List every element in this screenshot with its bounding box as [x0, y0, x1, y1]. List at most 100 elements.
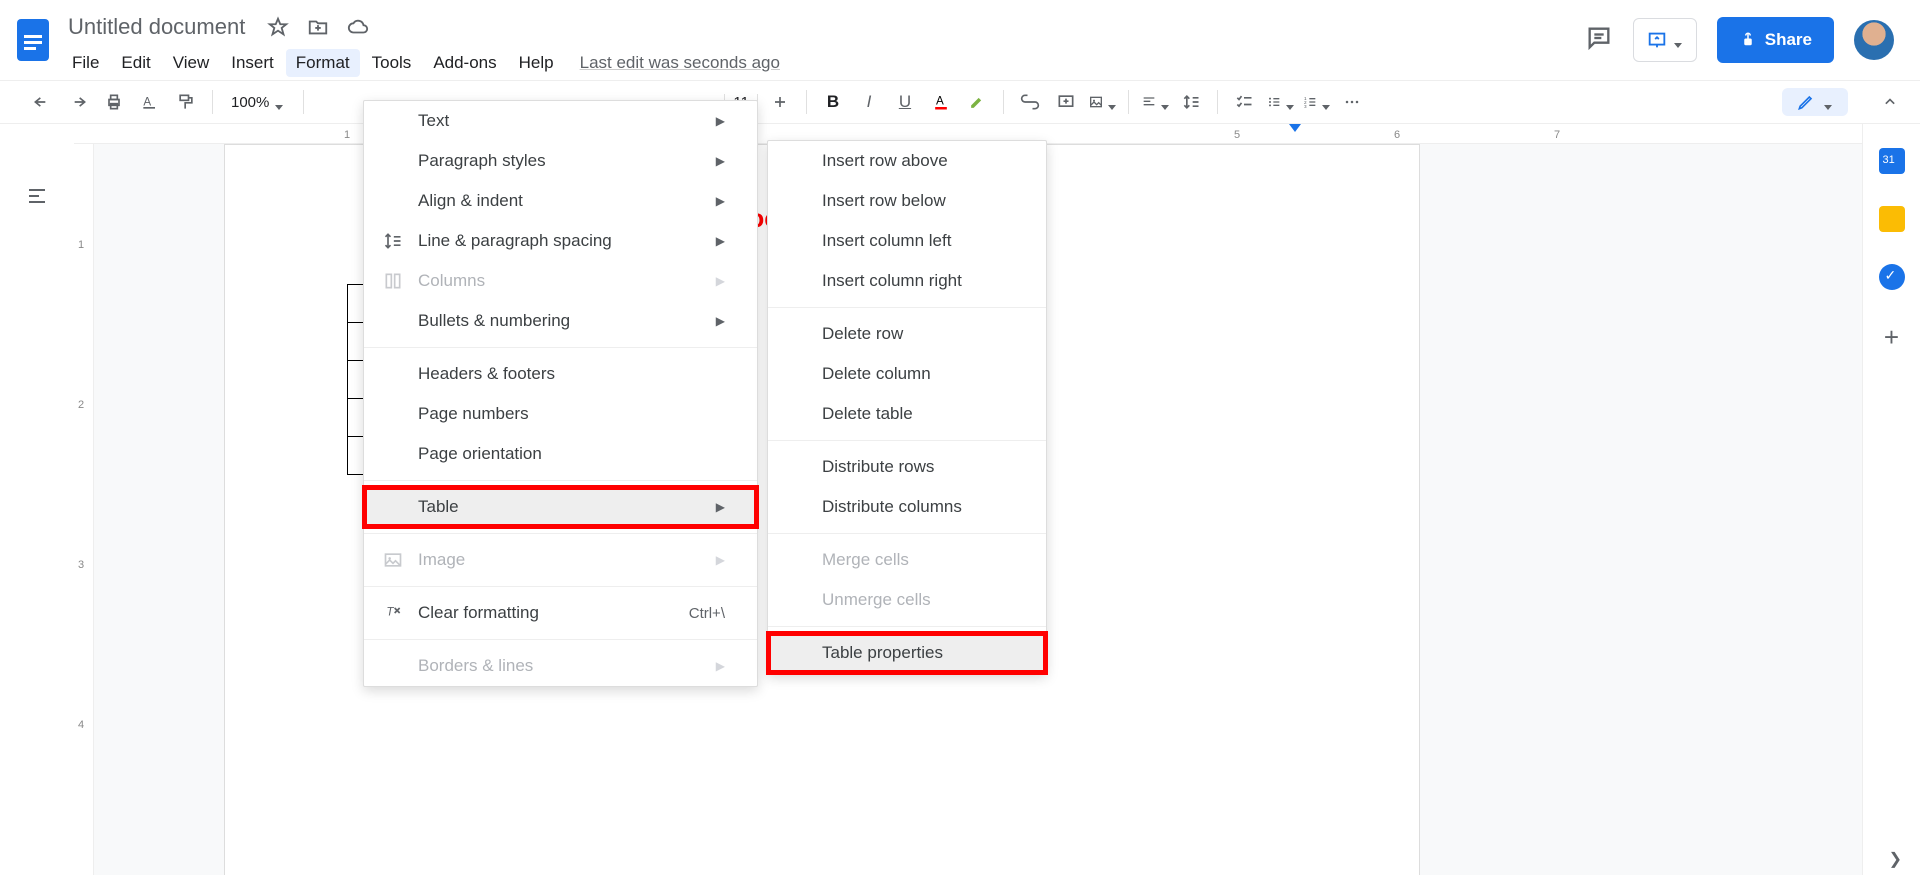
chevron-down-icon — [1286, 97, 1294, 107]
share-button[interactable]: Share — [1717, 17, 1834, 63]
numbered-list-button[interactable]: 123 — [1302, 88, 1330, 116]
underline-button[interactable]: U — [891, 88, 919, 116]
print-button[interactable] — [100, 88, 128, 116]
align-button[interactable] — [1141, 88, 1169, 116]
submenu-arrow-icon: ▶ — [716, 274, 725, 288]
format-menu-item-page-numbers[interactable]: Page numbers — [364, 394, 757, 434]
chevron-down-icon — [1108, 97, 1116, 107]
star-icon[interactable] — [267, 16, 289, 38]
menu-edit[interactable]: Edit — [111, 49, 160, 77]
keep-icon[interactable] — [1879, 206, 1905, 232]
italic-button[interactable]: I — [855, 88, 883, 116]
table-menu-item-unmerge-cells: Unmerge cells — [768, 580, 1046, 620]
format-menu-item-headers-footers[interactable]: Headers & footers — [364, 354, 757, 394]
ruler-v-4: 4 — [78, 719, 84, 731]
chevron-down-icon — [1824, 97, 1834, 107]
menu-file[interactable]: File — [62, 49, 109, 77]
docs-logo-icon — [13, 15, 53, 65]
right-margin-indicator[interactable] — [1289, 124, 1301, 132]
ruler-v-1: 1 — [78, 239, 84, 251]
bold-button[interactable]: B — [819, 88, 847, 116]
last-edit-link[interactable]: Last edit was seconds ago — [580, 53, 780, 73]
share-label: Share — [1765, 30, 1812, 50]
tasks-icon[interactable] — [1879, 264, 1905, 290]
titlebar: Untitled document FileEditViewInsertForm… — [0, 0, 1920, 80]
hide-menus-button[interactable] — [1876, 88, 1904, 116]
table-menu-item-delete-table[interactable]: Delete table — [768, 394, 1046, 434]
chevron-down-icon — [1674, 35, 1684, 45]
document-title[interactable]: Untitled document — [62, 12, 251, 42]
table-menu-item-table-properties[interactable]: Table properties — [768, 633, 1046, 673]
menu-format[interactable]: Format — [286, 49, 360, 77]
menu-insert[interactable]: Insert — [221, 49, 284, 77]
move-icon[interactable] — [307, 16, 329, 38]
highlight-color-button[interactable] — [963, 88, 991, 116]
submenu-arrow-icon: ▶ — [716, 553, 725, 567]
line-spacing-button[interactable] — [1177, 88, 1205, 116]
vertical-ruler[interactable]: 1234 — [74, 144, 94, 875]
bulleted-list-button[interactable] — [1266, 88, 1294, 116]
table-menu-item-distribute-rows[interactable]: Distribute rows — [768, 447, 1046, 487]
format-menu-item-columns: Columns▶ — [364, 261, 757, 301]
columns-icon — [382, 270, 404, 292]
table-menu-item-insert-row-below[interactable]: Insert row below — [768, 181, 1046, 221]
format-menu-item-clear-formatting[interactable]: TClear formattingCtrl+\ — [364, 593, 757, 633]
menubar: FileEditViewInsertFormatToolsAdd-onsHelp… — [62, 46, 1585, 80]
chevron-down-icon — [1322, 97, 1330, 107]
zoom-select[interactable]: 100% — [225, 94, 291, 111]
redo-button[interactable] — [64, 88, 92, 116]
menu-view[interactable]: View — [163, 49, 220, 77]
chevron-down-icon — [275, 97, 285, 107]
add-comment-button[interactable] — [1052, 88, 1080, 116]
ruler-v-3: 3 — [78, 559, 84, 571]
format-menu-item-align-indent[interactable]: Align & indent▶ — [364, 181, 757, 221]
table-submenu: Insert row aboveInsert row belowInsert c… — [767, 140, 1047, 674]
side-panel: + — [1862, 124, 1920, 875]
undo-button[interactable] — [28, 88, 56, 116]
table-menu-item-insert-row-above[interactable]: Insert row above — [768, 141, 1046, 181]
editing-mode-button[interactable] — [1782, 88, 1848, 116]
svg-text:A: A — [936, 95, 944, 108]
menu-add-ons[interactable]: Add-ons — [423, 49, 506, 77]
format-menu-item-bullets-numbering[interactable]: Bullets & numbering▶ — [364, 301, 757, 341]
account-avatar[interactable] — [1854, 20, 1894, 60]
chevron-down-icon — [1161, 97, 1169, 107]
format-menu-item-page-orientation[interactable]: Page orientation — [364, 434, 757, 474]
insert-image-button[interactable] — [1088, 88, 1116, 116]
side-panel-expand[interactable]: ❯ — [1889, 849, 1902, 869]
calendar-icon[interactable] — [1879, 148, 1905, 174]
spellcheck-button[interactable]: A — [136, 88, 164, 116]
format-menu-item-borders-lines: Borders & lines▶ — [364, 646, 757, 686]
format-menu-item-line-paragraph-spacing[interactable]: Line & paragraph spacing▶ — [364, 221, 757, 261]
open-comments-button[interactable] — [1585, 24, 1613, 57]
table-menu-item-insert-column-right[interactable]: Insert column right — [768, 261, 1046, 301]
format-menu-item-table[interactable]: Table▶ — [364, 487, 757, 527]
more-button[interactable] — [1338, 88, 1366, 116]
table-menu-item-delete-row[interactable]: Delete row — [768, 314, 1046, 354]
table-menu-item-distribute-columns[interactable]: Distribute columns — [768, 487, 1046, 527]
format-menu-item-paragraph-styles[interactable]: Paragraph styles▶ — [364, 141, 757, 181]
table-menu-item-delete-column[interactable]: Delete column — [768, 354, 1046, 394]
paint-format-button[interactable] — [172, 88, 200, 116]
checklist-button[interactable] — [1230, 88, 1258, 116]
add-on-plus-icon[interactable]: + — [1884, 322, 1899, 353]
ruler-h-1: 1 — [344, 129, 350, 141]
ruler-h-6: 6 — [1394, 129, 1400, 141]
clear-format-icon: T — [382, 602, 404, 624]
font-size-increase[interactable] — [766, 88, 794, 116]
format-menu: Text▶Paragraph styles▶Align & indent▶Lin… — [363, 100, 758, 687]
format-menu-item-text[interactable]: Text▶ — [364, 101, 757, 141]
zoom-value: 100% — [231, 94, 269, 111]
table-menu-item-insert-column-left[interactable]: Insert column left — [768, 221, 1046, 261]
docs-logo[interactable] — [8, 8, 58, 72]
text-color-button[interactable]: A — [927, 88, 955, 116]
toolbar: A 100% 11 B I U A 123 — [0, 80, 1920, 124]
present-button[interactable] — [1633, 18, 1697, 62]
menu-tools[interactable]: Tools — [362, 49, 422, 77]
cloud-status-icon[interactable] — [347, 16, 369, 38]
menu-help[interactable]: Help — [509, 49, 564, 77]
submenu-arrow-icon: ▶ — [716, 114, 725, 128]
document-outline-toggle[interactable] — [0, 124, 74, 875]
table-menu-item-merge-cells: Merge cells — [768, 540, 1046, 580]
insert-link-button[interactable] — [1016, 88, 1044, 116]
